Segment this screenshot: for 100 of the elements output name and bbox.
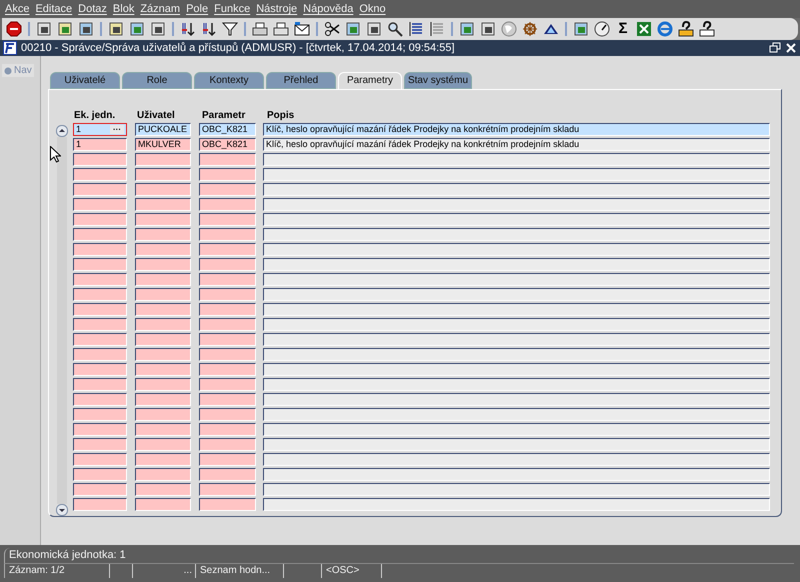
input-field[interactable] — [135, 153, 191, 166]
input-field[interactable] — [263, 348, 770, 361]
input-field[interactable] — [135, 213, 191, 226]
input-field[interactable] — [73, 438, 127, 451]
tab[interactable]: Role — [122, 72, 192, 89]
input-field[interactable] — [73, 258, 127, 271]
input-field[interactable] — [199, 228, 256, 241]
input-field[interactable] — [263, 363, 770, 376]
input-field[interactable] — [263, 228, 770, 241]
menu-item[interactable]: Záznam — [138, 3, 184, 15]
input-field[interactable] — [135, 363, 191, 376]
input-field[interactable] — [135, 288, 191, 301]
input-field[interactable] — [263, 153, 770, 166]
input-field[interactable] — [199, 288, 256, 301]
sort-icon[interactable] — [201, 21, 217, 37]
input-field[interactable] — [199, 468, 256, 481]
input-field[interactable] — [135, 168, 191, 181]
input-field[interactable] — [199, 438, 256, 451]
list-icon[interactable] — [408, 21, 424, 37]
globe-icon[interactable] — [501, 21, 517, 37]
input-field[interactable] — [263, 438, 770, 451]
input-field[interactable] — [199, 498, 256, 511]
input-field[interactable] — [73, 168, 127, 181]
sort-icon[interactable] — [180, 21, 196, 37]
input-field[interactable] — [263, 168, 770, 181]
input-field[interactable] — [73, 318, 127, 331]
tab[interactable]: Přehled — [266, 72, 336, 89]
menu-item[interactable]: Blok — [110, 3, 138, 15]
input-field[interactable] — [199, 243, 256, 256]
input-field[interactable] — [199, 258, 256, 271]
input-field[interactable] — [199, 168, 256, 181]
input-field[interactable] — [263, 498, 770, 511]
spreadsheet-icon[interactable] — [636, 21, 652, 37]
menu-item[interactable]: Nápověda — [301, 3, 358, 15]
help-icon[interactable] — [699, 21, 715, 37]
input-field[interactable] — [135, 438, 191, 451]
input-field[interactable] — [199, 153, 256, 166]
input-field[interactable] — [135, 408, 191, 421]
input-field[interactable] — [199, 273, 256, 286]
input-field[interactable] — [73, 333, 127, 346]
menu-item[interactable]: Dotaz — [76, 3, 111, 15]
input-field[interactable] — [263, 183, 770, 196]
input-field[interactable] — [73, 363, 127, 376]
input-field[interactable]: Klíč, heslo opravňující mazání řádek Prodejky na konkrétním prodejním skladu — [263, 138, 770, 151]
menu-item[interactable]: Akce — [3, 3, 34, 15]
input-field[interactable] — [135, 498, 191, 511]
menu-item[interactable]: Funkce — [212, 3, 254, 15]
input-field[interactable] — [73, 228, 127, 241]
input-field[interactable] — [135, 348, 191, 361]
input-field[interactable] — [73, 303, 127, 316]
input-field[interactable] — [135, 258, 191, 271]
input-field[interactable] — [199, 348, 256, 361]
restore-icon[interactable] — [769, 42, 781, 54]
input-field[interactable]: OBC_K821 — [199, 123, 256, 136]
input-field[interactable] — [73, 273, 127, 286]
input-field[interactable] — [263, 288, 770, 301]
tab[interactable]: Stav systému — [404, 72, 472, 89]
scroll-up-icon[interactable] — [56, 125, 68, 137]
input-field[interactable] — [263, 303, 770, 316]
input-field[interactable]: Klíč, heslo opravňující mazání řádek Prodejky na konkrétním prodejním skladu — [263, 123, 770, 136]
input-field[interactable]: 1 ··· — [73, 123, 127, 136]
help-icon[interactable] — [678, 21, 694, 37]
input-field[interactable] — [199, 393, 256, 406]
input-field[interactable] — [135, 423, 191, 436]
input-field[interactable]: PUCKOALE — [135, 123, 191, 136]
input-field[interactable] — [199, 333, 256, 346]
input-field[interactable] — [263, 243, 770, 256]
input-field[interactable] — [263, 258, 770, 271]
input-field[interactable]: OBC_K821 — [199, 138, 256, 151]
input-field[interactable] — [73, 468, 127, 481]
input-field[interactable] — [263, 453, 770, 466]
input-field[interactable] — [135, 378, 191, 391]
input-field[interactable] — [73, 153, 127, 166]
input-field[interactable] — [135, 273, 191, 286]
input-field[interactable] — [73, 183, 127, 196]
input-field[interactable] — [263, 333, 770, 346]
input-field[interactable] — [199, 318, 256, 331]
input-field[interactable] — [199, 408, 256, 421]
input-field[interactable] — [263, 408, 770, 421]
input-field[interactable] — [135, 303, 191, 316]
input-field[interactable] — [263, 393, 770, 406]
input-field[interactable] — [199, 453, 256, 466]
tab[interactable]: Uživatelé — [50, 72, 120, 89]
input-field[interactable] — [135, 198, 191, 211]
close-icon[interactable] — [785, 42, 797, 54]
input-field[interactable] — [135, 453, 191, 466]
input-field[interactable]: MKULVER — [135, 138, 191, 151]
input-field[interactable] — [199, 213, 256, 226]
input-field[interactable] — [263, 483, 770, 496]
input-field[interactable] — [73, 198, 127, 211]
input-field[interactable] — [199, 363, 256, 376]
menu-item[interactable]: Okno — [357, 3, 390, 15]
input-field[interactable] — [263, 468, 770, 481]
printer-icon[interactable] — [252, 21, 268, 37]
input-field[interactable] — [73, 288, 127, 301]
scissors-icon[interactable] — [324, 21, 340, 37]
input-field[interactable] — [135, 243, 191, 256]
input-field[interactable] — [199, 303, 256, 316]
input-field[interactable] — [199, 423, 256, 436]
input-field[interactable] — [199, 483, 256, 496]
